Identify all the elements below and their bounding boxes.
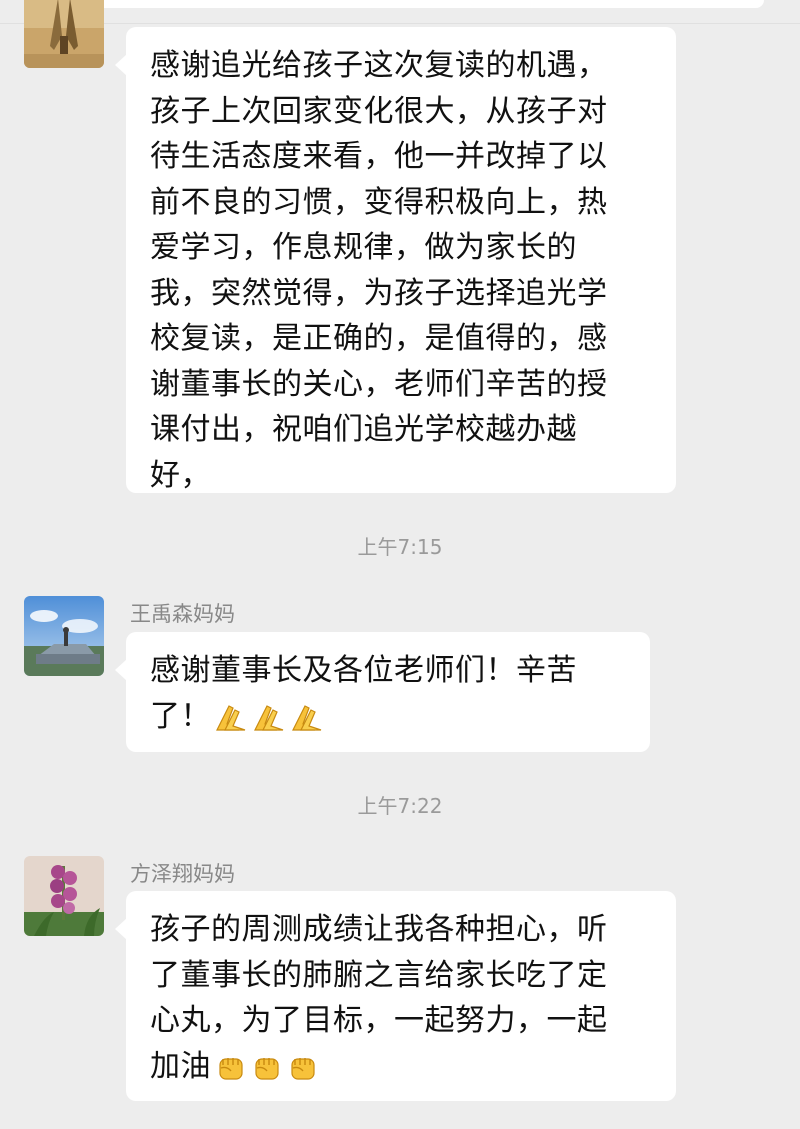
folded-hands-emoji-icon xyxy=(253,702,287,732)
sender-name: 方泽翔妈妈 xyxy=(130,862,235,886)
message-text-line: 心丸，为了目标，一起努力，一起 xyxy=(150,1003,608,1038)
message-text-line: 了董事长的肺腑之言给家长吃了定 xyxy=(150,957,608,993)
raised-fist-emoji-icon xyxy=(251,1051,283,1083)
praying-hands-avatar-icon[interactable] xyxy=(24,0,104,68)
message-text-line: 爱学习，作息规律，做为家长的 xyxy=(150,230,577,265)
message-bubble[interactable]: 孩子的周测成绩让我各种担心，听 了董事长的肺腑之言给家长吃了定 心丸，为了目标，… xyxy=(115,891,676,1101)
timestamp: 上午7:22 xyxy=(357,794,443,818)
message-bubble[interactable]: 感谢追光给孩子这次复读的机遇， 孩子上次回家变化很大，从孩子对 待生活态度来看，… xyxy=(115,27,676,493)
orchid-flower-avatar-icon[interactable] xyxy=(24,856,104,936)
message-text-line: 感谢追光给孩子这次复读的机遇， xyxy=(150,48,608,83)
timestamp: 上午7:15 xyxy=(357,535,443,559)
message-text-line: 好， xyxy=(150,457,211,493)
message-text-line: 了！ xyxy=(150,694,628,740)
landscape-car-avatar-icon[interactable] xyxy=(24,596,104,676)
sender-name: 王禹森妈妈 xyxy=(130,602,235,626)
message-text-line: 谢董事长的关心，老师们辛苦的授 xyxy=(150,366,608,402)
message-bubble[interactable]: 感谢董事长及各位老师们！辛苦 了！ xyxy=(115,632,650,752)
divider xyxy=(0,23,800,24)
message-text-line: 我，突然觉得，为孩子选择追光学 xyxy=(150,275,608,311)
message-text-line: 加油 xyxy=(150,1044,654,1090)
message-text: 加油 xyxy=(150,1048,211,1084)
raised-fist-emoji-icon xyxy=(287,1051,319,1083)
message-text-line: 课付出，祝咱们追光学校越办越 xyxy=(150,412,577,447)
previous-message-bubble[interactable] xyxy=(36,0,764,8)
message-text-line: 感谢董事长及各位老师们！辛苦 xyxy=(150,653,577,688)
folded-hands-emoji-icon xyxy=(215,702,249,732)
message-text-line: 孩子的周测成绩让我各种担心，听 xyxy=(150,912,608,947)
raised-fist-emoji-icon xyxy=(215,1051,247,1083)
message-text-line: 前不良的习惯，变得积极向上，热 xyxy=(150,184,608,220)
message-text-line: 待生活态度来看，他一并改掉了以 xyxy=(150,139,608,174)
folded-hands-emoji-icon xyxy=(291,702,325,732)
message-text-line: 孩子上次回家变化很大，从孩子对 xyxy=(150,93,608,129)
message-text-line: 校复读，是正确的，是值得的，感 xyxy=(150,321,608,356)
message-text: 了！ xyxy=(150,698,211,734)
